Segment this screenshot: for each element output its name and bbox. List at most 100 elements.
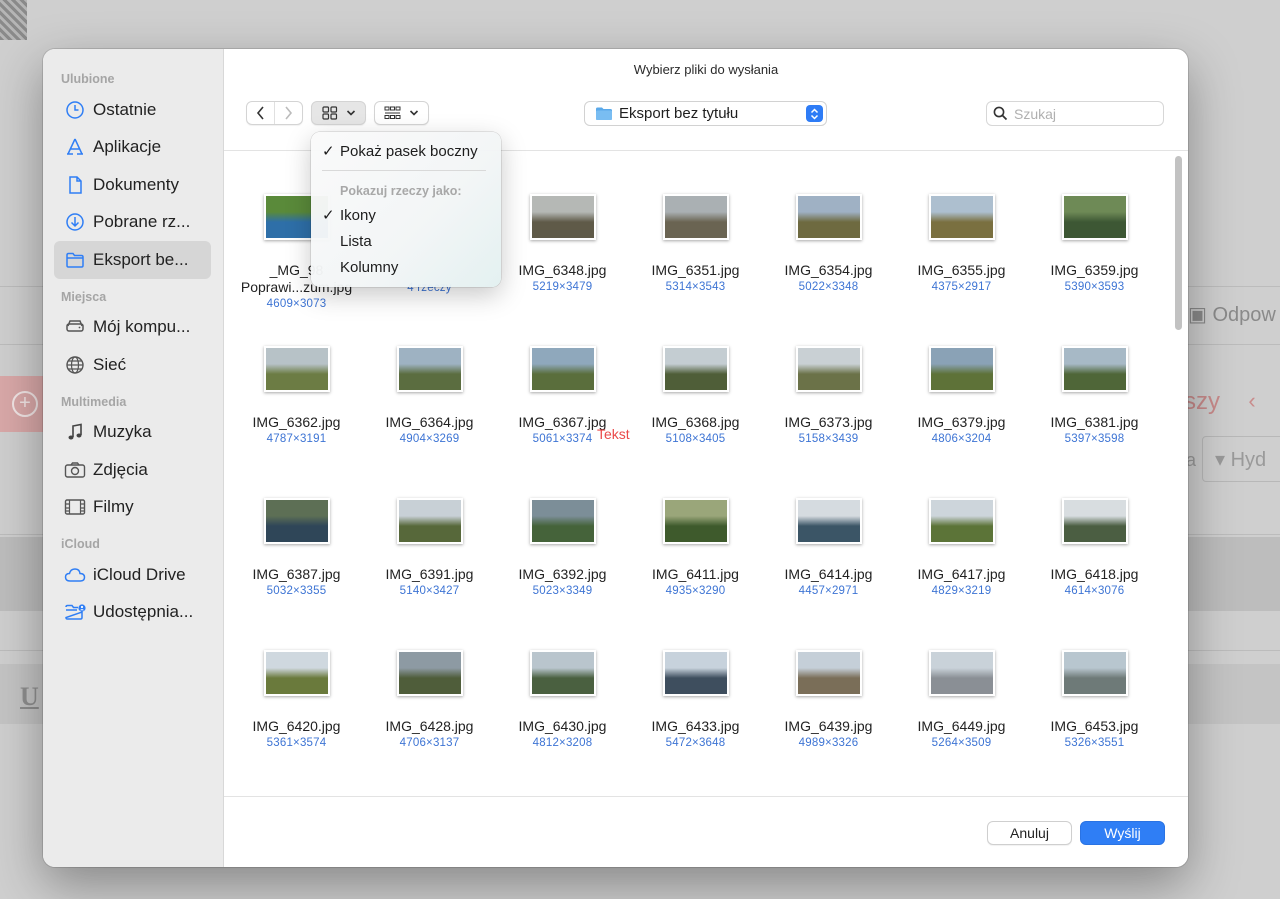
sidebar-item-label: Mój kompu...: [93, 317, 191, 337]
location-label: Eksport bez tytułu: [619, 105, 739, 122]
file-item[interactable]: IMG_6420.jpg 5361×3574: [230, 647, 363, 796]
image-thumbnail: [396, 498, 463, 544]
file-dimensions: 4706×3137: [399, 737, 460, 749]
file-item[interactable]: IMG_6449.jpg 5264×3509: [895, 647, 1028, 796]
file-item[interactable]: IMG_6453.jpg 5326×3551: [1028, 647, 1161, 796]
file-item[interactable]: IMG_6392.jpg 5023×3349: [496, 495, 629, 647]
search-field[interactable]: [986, 101, 1164, 126]
view-mode-button[interactable]: [311, 101, 366, 125]
file-dimensions: 4806×3204: [931, 433, 992, 445]
image-thumbnail: [396, 346, 463, 392]
file-item[interactable]: IMG_6411.jpg 4935×3290: [629, 495, 762, 647]
file-item[interactable]: IMG_6381.jpg 5397×3598: [1028, 343, 1161, 495]
file-item[interactable]: IMG_6367.jpg 5061×3374: [496, 343, 629, 495]
sidebar-item[interactable]: Zdjęcia: [54, 451, 211, 489]
file-item[interactable]: IMG_6418.jpg 4614×3076: [1028, 495, 1161, 647]
image-thumbnail: [928, 346, 995, 392]
background-text-fragment: szy: [1184, 388, 1220, 415]
sidebar-item[interactable]: Mój kompu...: [54, 309, 211, 347]
sidebar-item[interactable]: Dokumenty: [54, 166, 211, 204]
file-item[interactable]: IMG_6387.jpg 5032×3355: [230, 495, 363, 647]
cancel-button[interactable]: Anuluj: [987, 821, 1072, 845]
file-dimensions: 5219×3479: [532, 281, 593, 293]
file-item[interactable]: IMG_6373.jpg 5158×3439: [762, 343, 895, 495]
file-item[interactable]: IMG_6364.jpg 4904×3269: [363, 343, 496, 495]
menu-item-list[interactable]: Lista: [311, 230, 501, 254]
file-dimensions: 5061×3374: [532, 433, 593, 445]
file-item[interactable]: IMG_6391.jpg 5140×3427: [363, 495, 496, 647]
sidebar-item[interactable]: Eksport be...: [54, 241, 211, 279]
menu-item-show-sidebar[interactable]: ✓ Pokaż pasek boczny: [311, 140, 501, 164]
file-item[interactable]: IMG_6348.jpg 5219×3479: [496, 191, 629, 343]
send-button[interactable]: Wyślij: [1080, 821, 1165, 845]
file-name: IMG_6417.jpg: [917, 566, 1006, 582]
file-name: IMG_6367.jpg: [518, 414, 607, 430]
file-item[interactable]: IMG_6414.jpg 4457×2971: [762, 495, 895, 647]
file-item[interactable]: IMG_6379.jpg 4806×3204: [895, 343, 1028, 495]
file-item[interactable]: IMG_6368.jpg 5108×3405: [629, 343, 762, 495]
search-icon: [993, 106, 1008, 121]
file-dimensions: 5023×3349: [532, 585, 593, 597]
file-name: IMG_6368.jpg: [651, 414, 740, 430]
sidebar-item[interactable]: Udostępnia...: [54, 594, 211, 632]
file-dimensions: 4935×3290: [665, 585, 726, 597]
file-dimensions: 5108×3405: [665, 433, 726, 445]
film-icon: [64, 496, 86, 518]
sidebar-item[interactable]: Filmy: [54, 489, 211, 527]
sidebar-item[interactable]: Pobrane rz...: [54, 204, 211, 242]
checkmark-icon: ✓: [322, 143, 335, 160]
file-dimensions: 4989×3326: [798, 737, 859, 749]
menu-item-icons[interactable]: ✓ Ikony: [311, 204, 501, 228]
vertical-scrollbar[interactable]: [1175, 156, 1182, 330]
file-name: IMG_6381.jpg: [1050, 414, 1139, 430]
image-thumbnail: [1061, 194, 1128, 240]
file-dimensions: 5264×3509: [931, 737, 992, 749]
sidebar-item[interactable]: Muzyka: [54, 414, 211, 452]
sidebar-item[interactable]: Sieć: [54, 346, 211, 384]
file-item[interactable]: IMG_6433.jpg 5472×3648: [629, 647, 762, 796]
file-item[interactable]: IMG_6351.jpg 5314×3543: [629, 191, 762, 343]
search-input[interactable]: [1014, 105, 1154, 122]
sidebar-item-label: Muzyka: [93, 422, 152, 442]
sidebar-item[interactable]: Ostatnie: [54, 91, 211, 129]
file-name: IMG_6414.jpg: [784, 566, 873, 582]
file-name: IMG_6359.jpg: [1050, 262, 1139, 278]
file-dimensions: 4787×3191: [266, 433, 327, 445]
file-dimensions: 5314×3543: [665, 281, 726, 293]
background-select: ▾ Hyd: [1202, 436, 1280, 482]
dialog-footer: Anuluj Wyślij: [224, 796, 1188, 867]
file-item[interactable]: IMG_6430.jpg 4812×3208: [496, 647, 629, 796]
file-dimensions: 4609×3073: [266, 298, 327, 310]
sidebar-section-title: Miejsca: [61, 289, 107, 304]
sidebar: Ulubione Ostatnie Aplikacje Dokumenty Pobran…: [43, 49, 224, 867]
file-dimensions: 5022×3348: [798, 281, 859, 293]
file-name: IMG_6433.jpg: [651, 718, 740, 734]
file-item[interactable]: IMG_6355.jpg 4375×2917: [895, 191, 1028, 343]
file-name: IMG_6428.jpg: [385, 718, 474, 734]
file-dimensions: 4375×2917: [931, 281, 992, 293]
forward-button[interactable]: [274, 102, 302, 124]
back-button[interactable]: [247, 102, 274, 124]
sidebar-item-label: Zdjęcia: [93, 459, 148, 479]
sidebar-item[interactable]: Aplikacje: [54, 129, 211, 167]
file-item[interactable]: IMG_6362.jpg 4787×3191: [230, 343, 363, 495]
file-item[interactable]: IMG_6354.jpg 5022×3348: [762, 191, 895, 343]
sidebar-item[interactable]: iCloud Drive: [54, 556, 211, 594]
file-item[interactable]: IMG_6428.jpg 4706×3137: [363, 647, 496, 796]
image-thumbnail: [662, 650, 729, 696]
file-item[interactable]: IMG_6439.jpg 4989×3326: [762, 647, 895, 796]
menu-item-columns[interactable]: Kolumny: [311, 256, 501, 280]
grid-view-icon: [321, 106, 337, 120]
location-popup[interactable]: Eksport bez tytułu: [584, 101, 827, 126]
folder-icon: [64, 249, 86, 271]
file-dimensions: 5140×3427: [399, 585, 460, 597]
file-item[interactable]: IMG_6359.jpg 5390×3593: [1028, 191, 1161, 343]
file-dimensions: 4904×3269: [399, 433, 460, 445]
image-thumbnail: [396, 650, 463, 696]
navigation-buttons: [246, 101, 303, 125]
image-thumbnail: [662, 498, 729, 544]
group-by-button[interactable]: [374, 101, 429, 125]
file-name: IMG_6439.jpg: [784, 718, 873, 734]
chevron-right-icon: [285, 106, 293, 120]
file-item[interactable]: IMG_6417.jpg 4829×3219: [895, 495, 1028, 647]
